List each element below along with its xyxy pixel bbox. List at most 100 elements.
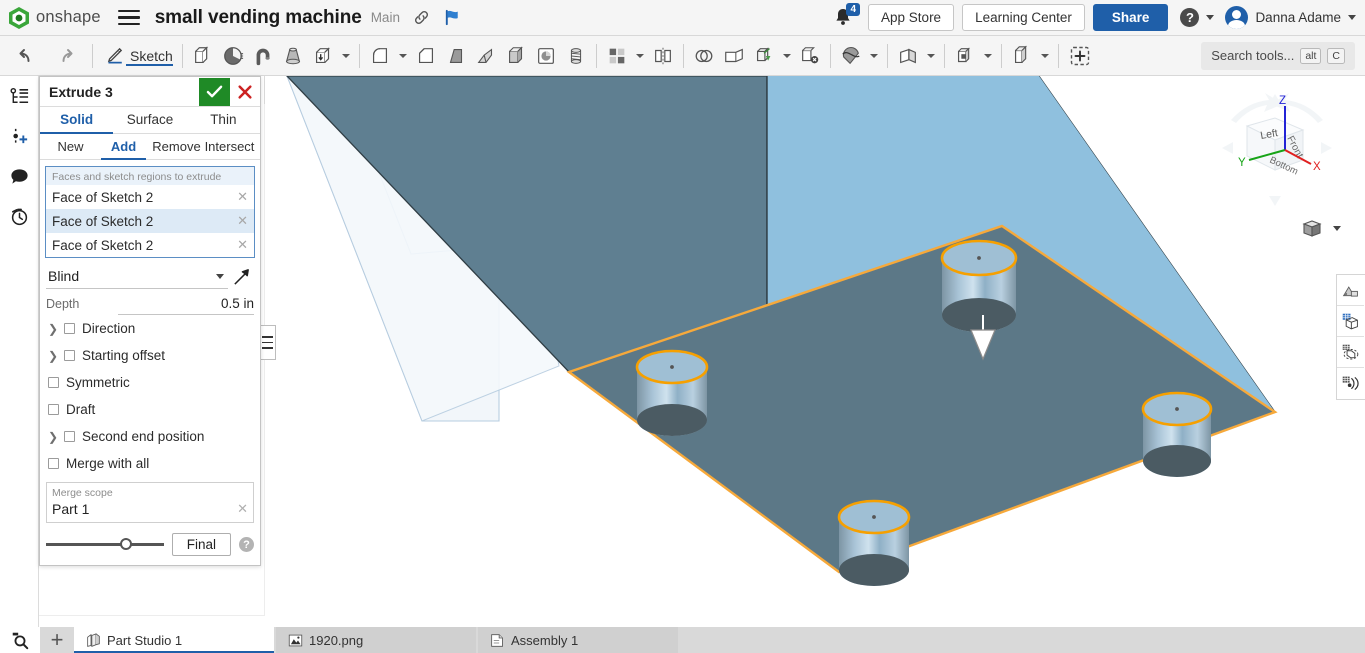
measure-icon[interactable] xyxy=(1337,368,1364,399)
selection-row[interactable]: Face of Sketch 2 ✕ xyxy=(46,209,254,233)
cancel-button[interactable] xyxy=(230,78,260,106)
sketch-button[interactable]: Sketch xyxy=(106,46,173,65)
remove-selection-icon[interactable]: ✕ xyxy=(237,237,248,253)
undo-icon[interactable] xyxy=(14,45,36,67)
view-chevron-down-icon[interactable] xyxy=(1333,226,1341,231)
selection-row[interactable]: Face of Sketch 2 ✕ xyxy=(46,233,254,257)
learning-center-button[interactable]: Learning Center xyxy=(962,4,1085,31)
chevron-right-icon[interactable]: ❯ xyxy=(48,349,57,363)
plane-chevron-down-icon[interactable] xyxy=(927,54,935,58)
option-symmetric[interactable]: Symmetric xyxy=(40,369,260,396)
selection-row[interactable]: Face of Sketch 2 ✕ xyxy=(46,257,254,258)
chevron-right-icon[interactable]: ❯ xyxy=(48,322,57,336)
display-grid-icon[interactable] xyxy=(1337,306,1364,337)
thicken-chevron-down-icon[interactable] xyxy=(342,54,350,58)
delete-part-icon[interactable] xyxy=(795,45,825,67)
chevron-right-icon[interactable]: ❯ xyxy=(48,430,57,444)
pattern-icon[interactable] xyxy=(602,45,632,67)
draft-icon[interactable] xyxy=(441,45,471,67)
final-button[interactable]: Final xyxy=(172,533,231,556)
notifications-button[interactable]: 4 xyxy=(832,6,856,30)
revolve-icon[interactable] xyxy=(218,45,248,67)
tab-add[interactable]: Add xyxy=(97,134,150,159)
variable-icon[interactable] xyxy=(1007,45,1037,67)
search-document-icon[interactable] xyxy=(0,627,40,653)
depth-input[interactable]: 0.5 in xyxy=(118,296,254,315)
thicken-icon[interactable] xyxy=(308,45,338,67)
history-icon[interactable] xyxy=(9,206,30,227)
tab-solid[interactable]: Solid xyxy=(40,107,113,133)
boolean-icon[interactable] xyxy=(689,45,719,67)
tab-new[interactable]: New xyxy=(44,134,97,159)
view-orientation-menu[interactable] xyxy=(1300,216,1341,240)
rollback-slider[interactable] xyxy=(46,543,164,546)
remove-merge-scope-icon[interactable]: ✕ xyxy=(237,501,248,517)
tab-part-studio-1[interactable]: Part Studio 1 xyxy=(74,627,274,653)
help-icon[interactable]: ? xyxy=(1180,8,1199,27)
draft-checkbox[interactable] xyxy=(48,404,59,415)
search-tools-input[interactable]: Search tools... alt C xyxy=(1201,42,1355,70)
chamfer-icon[interactable] xyxy=(411,45,441,67)
document-title[interactable]: small vending machine xyxy=(155,7,362,29)
tab-intersect[interactable]: Intersect xyxy=(203,134,256,159)
end-condition-select[interactable]: Blind xyxy=(46,266,228,289)
fillet-icon[interactable] xyxy=(365,45,395,67)
mirror-icon[interactable] xyxy=(648,45,678,67)
rotate-view-icon[interactable] xyxy=(1337,337,1364,368)
remove-selection-icon[interactable]: ✕ xyxy=(237,189,248,205)
flip-direction-icon[interactable] xyxy=(228,268,254,287)
selection-list[interactable]: Faces and sketch regions to extrude Face… xyxy=(45,166,255,258)
remove-selection-icon[interactable]: ✕ xyxy=(237,213,248,229)
split-chevron-down-icon[interactable] xyxy=(870,54,878,58)
option-draft[interactable]: Draft xyxy=(40,396,260,423)
hamburger-icon[interactable] xyxy=(118,10,140,26)
branch-label[interactable]: Main xyxy=(371,10,400,25)
enclose-icon[interactable] xyxy=(719,45,749,67)
feature-tree-icon[interactable] xyxy=(9,86,30,107)
symmetric-checkbox[interactable] xyxy=(48,377,59,388)
merge-with-all-checkbox[interactable] xyxy=(48,458,59,469)
derive-icon[interactable] xyxy=(950,45,980,67)
merge-scope-box[interactable]: Merge scope Part 1 ✕ xyxy=(46,482,254,523)
tab-1920-png[interactable]: 1920.png xyxy=(276,627,476,653)
link-icon[interactable] xyxy=(413,9,430,26)
tab-thin[interactable]: Thin xyxy=(187,107,260,133)
fillet-chevron-down-icon[interactable] xyxy=(399,54,407,58)
shell-icon[interactable] xyxy=(501,45,531,67)
tab-remove[interactable]: Remove xyxy=(150,134,203,159)
add-feature-icon[interactable] xyxy=(9,126,30,147)
option-starting-offset[interactable]: ❯ Starting offset xyxy=(40,342,260,369)
pattern-chevron-down-icon[interactable] xyxy=(636,54,644,58)
option-merge-with-all[interactable]: Merge with all xyxy=(40,450,260,477)
app-store-button[interactable]: App Store xyxy=(868,4,954,31)
flag-icon[interactable] xyxy=(443,8,462,27)
view-cube[interactable]: Left Front Bottom Z Y X xyxy=(1217,90,1337,210)
avatar[interactable] xyxy=(1225,6,1248,29)
onshape-logo-icon[interactable] xyxy=(8,6,30,30)
derive-chevron-down-icon[interactable] xyxy=(984,54,992,58)
add-tab-button[interactable]: + xyxy=(40,627,74,653)
help-chevron-down-icon[interactable] xyxy=(1206,15,1214,20)
plane-icon[interactable] xyxy=(893,45,923,67)
transform-chevron-down-icon[interactable] xyxy=(783,54,791,58)
loft-icon[interactable] xyxy=(278,45,308,67)
help-icon[interactable]: ? xyxy=(239,537,254,552)
split-icon[interactable] xyxy=(836,45,866,67)
share-button[interactable]: Share xyxy=(1093,4,1169,31)
direction-checkbox[interactable] xyxy=(64,323,75,334)
option-second-end-position[interactable]: ❯ Second end position xyxy=(40,423,260,450)
selection-row[interactable]: Face of Sketch 2 ✕ xyxy=(46,185,254,209)
chevron-down-icon[interactable] xyxy=(216,274,224,279)
variable-chevron-down-icon[interactable] xyxy=(1041,54,1049,58)
comment-icon[interactable] xyxy=(9,166,30,187)
second-end-position-checkbox[interactable] xyxy=(64,431,75,442)
redo-icon[interactable] xyxy=(56,45,78,67)
tab-surface[interactable]: Surface xyxy=(113,107,186,133)
thread-icon[interactable] xyxy=(561,45,591,67)
hole-icon[interactable] xyxy=(531,45,561,67)
confirm-button[interactable] xyxy=(199,78,230,106)
insert-feature-icon[interactable] xyxy=(1064,44,1096,68)
account-chevron-down-icon[interactable] xyxy=(1348,15,1356,20)
slider-knob[interactable] xyxy=(120,538,132,550)
transform-icon[interactable] xyxy=(749,45,779,67)
